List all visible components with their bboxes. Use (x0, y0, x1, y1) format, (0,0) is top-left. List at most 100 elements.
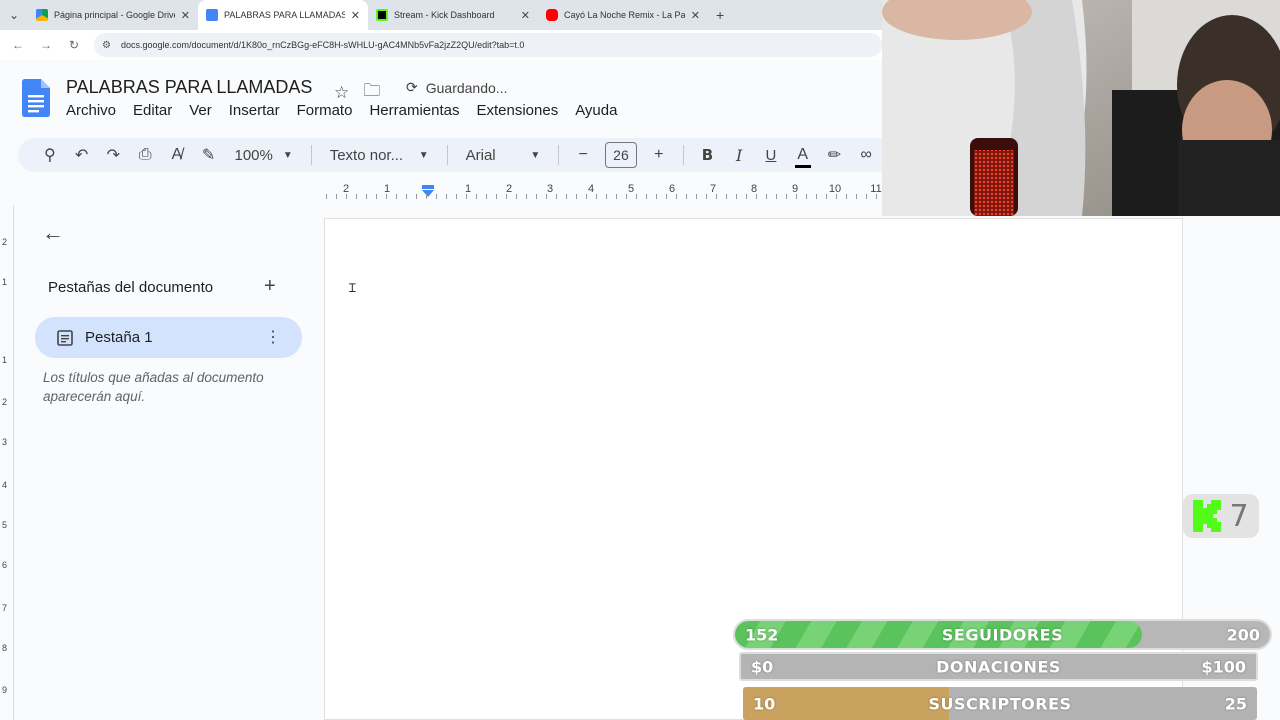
site-info-icon[interactable]: ⚙ (102, 40, 111, 51)
link-icon[interactable]: ∞ (850, 146, 882, 164)
menu-editar[interactable]: Editar (133, 102, 172, 119)
menu-bar: Archivo Editar Ver Insertar Formato Herr… (66, 102, 634, 119)
browser-tab-youtube[interactable]: Cayó La Noche Remix - La Pant ✕ (538, 0, 708, 30)
ruler-tick (406, 194, 407, 199)
search-icon[interactable]: ⚲ (34, 145, 66, 165)
ruler-tick (496, 194, 497, 199)
subscribers-goal-bar: 10 SUSCRIPTORES 25 (743, 687, 1257, 720)
document-tab-item[interactable]: Pestaña 1 ⋮ (35, 317, 302, 358)
menu-formato[interactable]: Formato (297, 102, 353, 119)
browser-tab-kick[interactable]: Stream - Kick Dashboard ✕ (368, 0, 538, 30)
tab-search-chevron-icon[interactable]: ⌄ (0, 0, 28, 30)
italic-button[interactable]: I (723, 146, 755, 165)
caret-down-icon: ▼ (282, 149, 293, 161)
toolbar-divider (310, 145, 312, 165)
toolbar-divider (682, 145, 684, 165)
zoom-select[interactable]: 100% ▼ (225, 147, 303, 164)
ruler-tick (376, 194, 377, 199)
document-title[interactable]: PALABRAS PARA LLAMADAS (66, 77, 312, 98)
url-bar[interactable]: ⚙ docs.google.com/document/d/1K80o_rnCzB… (94, 33, 882, 57)
text-color-button[interactable]: A (787, 146, 819, 168)
horizontal-ruler[interactable]: 2 1 1 2 3 4 5 6 7 8 9 10 11 (326, 180, 882, 200)
close-tab-icon[interactable]: ✕ (351, 9, 360, 22)
menu-insertar[interactable]: Insertar (229, 102, 280, 119)
kick-viewers-badge: 7 (1183, 494, 1259, 538)
document-tab-label: Pestaña 1 (85, 329, 153, 346)
ruler-tick (506, 194, 507, 199)
close-outline-arrow-icon[interactable]: ← (42, 220, 64, 246)
font-select[interactable]: Arial ▼ (456, 147, 551, 164)
ruler-tick (456, 194, 457, 199)
editing-toolbar: ⚲ ↶ ↷ ⎙ A̸ ✎ 100% ▼ Texto nor... ▼ Arial… (18, 138, 882, 172)
more-options-icon[interactable]: ⋮ (265, 327, 281, 347)
highlight-icon[interactable]: ✏ (819, 145, 851, 165)
indent-marker-icon[interactable] (422, 185, 434, 197)
close-tab-icon[interactable]: ✕ (181, 9, 190, 22)
decrease-font-size-icon[interactable]: − (567, 146, 599, 164)
ruler-tick (326, 194, 327, 199)
increase-font-size-icon[interactable]: + (643, 146, 675, 164)
ruler-mark: 6 (668, 183, 676, 195)
ruler-tick (816, 194, 817, 199)
goal-current: 10 (753, 694, 776, 713)
ruler-tick (596, 194, 597, 199)
undo-icon[interactable]: ↶ (66, 145, 98, 165)
ruler-tick (686, 194, 687, 199)
add-tab-button[interactable]: + (264, 275, 276, 298)
kick-logo-icon (1193, 500, 1222, 532)
ruler-tick (526, 194, 527, 199)
star-icon[interactable]: ☆ (334, 83, 349, 103)
close-tab-icon[interactable]: ✕ (521, 9, 530, 22)
menu-ayuda[interactable]: Ayuda (575, 102, 617, 119)
menu-herramientas[interactable]: Herramientas (369, 102, 459, 119)
ruler-tick (566, 194, 567, 199)
document-icon (57, 330, 73, 346)
goal-current: 152 (745, 625, 779, 644)
menu-archivo[interactable]: Archivo (66, 102, 116, 119)
back-icon[interactable]: ← (10, 38, 26, 52)
address-bar-row: ← → ↻ ⚙ docs.google.com/document/d/1K80o… (0, 30, 882, 60)
browser-tab-drive[interactable]: Página principal - Google Drive ✕ (28, 0, 198, 30)
google-docs-logo-icon[interactable] (22, 79, 50, 117)
font-value: Arial (465, 146, 496, 164)
font-size-input[interactable]: 26 (605, 142, 637, 168)
redo-icon[interactable]: ↷ (98, 145, 130, 165)
paragraph-style-select[interactable]: Texto nor... ▼ (320, 147, 439, 164)
ruler-tick (786, 194, 787, 199)
url-text: docs.google.com/document/d/1K80o_rnCzBGg… (120, 40, 525, 50)
ruler-mark: 4 (587, 183, 595, 195)
save-status: ⟳ Guardando... (406, 79, 507, 96)
ruler-tick (416, 194, 417, 199)
menu-extensiones[interactable]: Extensiones (476, 102, 558, 119)
underline-button[interactable]: U (755, 147, 787, 164)
bold-button[interactable]: B (692, 146, 724, 164)
print-icon[interactable]: ⎙ (129, 146, 161, 164)
save-status-text: Guardando... (425, 79, 508, 96)
ruler-tick (646, 194, 647, 199)
ruler-tick (846, 194, 847, 199)
ruler-tick (696, 194, 697, 199)
new-tab-button[interactable]: + (708, 7, 732, 23)
ruler-tick (716, 194, 717, 199)
outline-empty-hint: Los títulos que añadas al documento apar… (43, 370, 264, 404)
vertical-ruler[interactable]: 2 1 1 2 3 4 5 6 7 8 9 (0, 205, 14, 720)
toolbar-divider (558, 145, 560, 165)
vertical-ruler-mark: 1 (2, 355, 8, 365)
goal-max: 25 (1224, 694, 1247, 713)
ruler-tick (656, 194, 657, 199)
ruler-tick (396, 194, 397, 199)
paint-format-icon[interactable]: ✎ (193, 145, 225, 165)
ruler-tick (766, 194, 767, 199)
ruler-tick (616, 194, 617, 199)
browser-tab-docs[interactable]: PALABRAS PARA LLAMADAS - G ✕ (198, 0, 368, 30)
ruler-tick (806, 194, 807, 199)
spellcheck-icon[interactable]: A̸ (161, 146, 193, 164)
close-tab-icon[interactable]: ✕ (691, 9, 700, 22)
caret-down-icon: ▼ (530, 149, 541, 161)
tab-title: PALABRAS PARA LLAMADAS - G (224, 10, 345, 20)
reload-icon[interactable]: ↻ (66, 38, 82, 52)
forward-icon[interactable]: → (38, 38, 54, 52)
menu-ver[interactable]: Ver (189, 102, 212, 119)
ruler-tick (826, 194, 827, 199)
goal-label: DONACIONES (936, 657, 1061, 676)
